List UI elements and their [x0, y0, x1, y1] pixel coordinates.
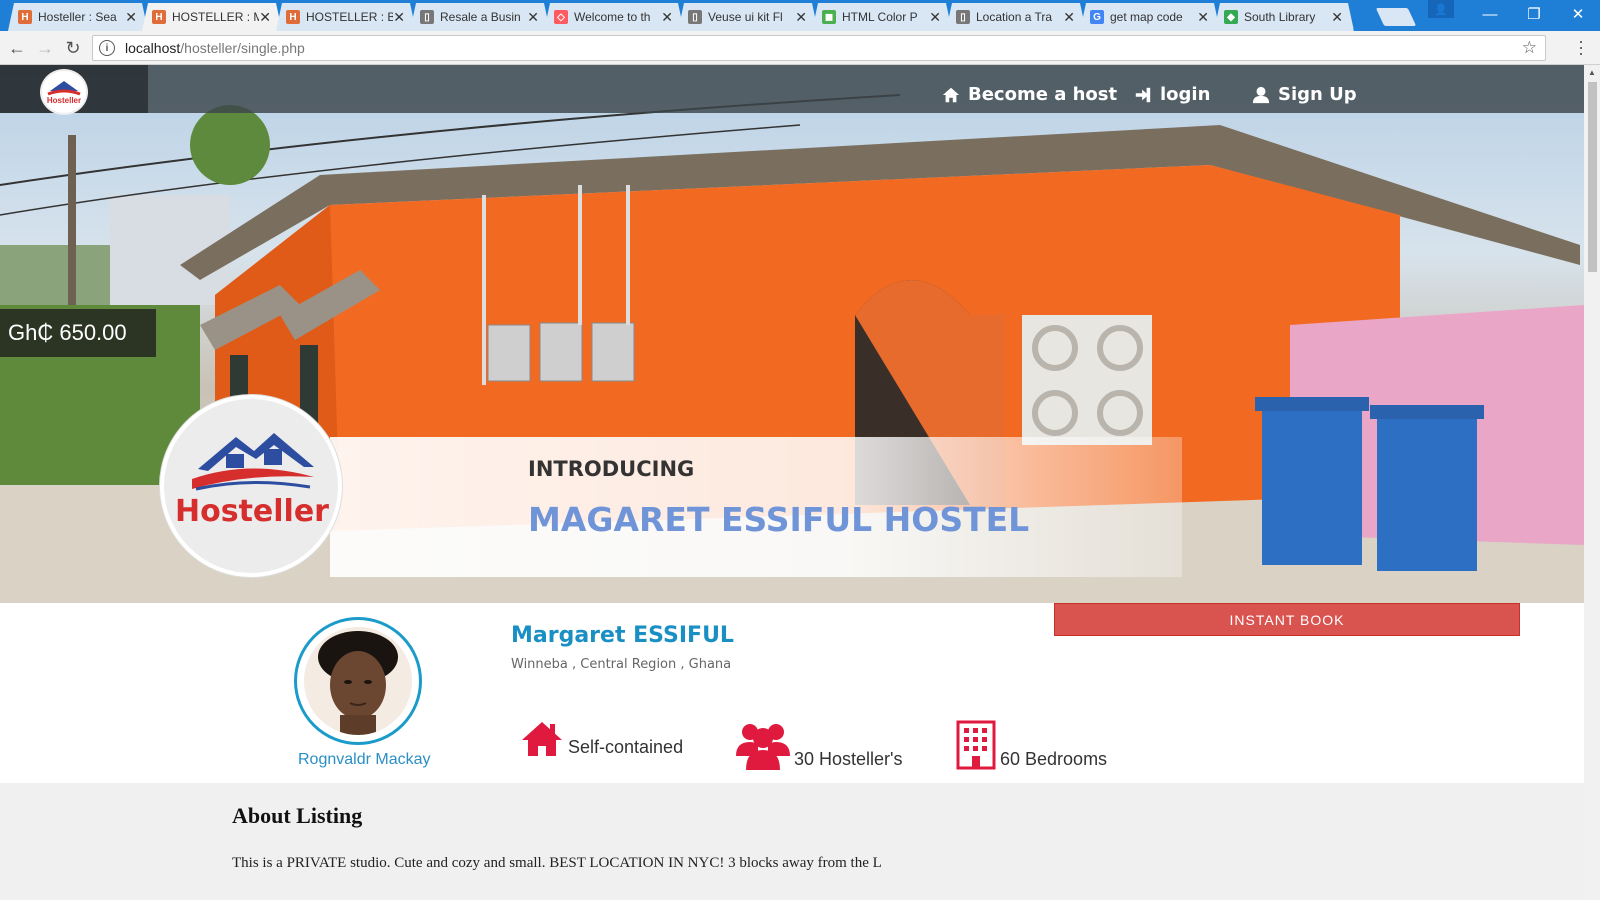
listing-location: Winneba , Central Region , Ghana — [511, 657, 732, 672]
browser-tab[interactable]: G get map code ✕ — [1080, 3, 1220, 31]
close-tab-icon[interactable]: ✕ — [929, 9, 945, 26]
house-icon — [522, 722, 562, 756]
close-tab-icon[interactable]: ✕ — [393, 9, 409, 26]
close-window-icon[interactable]: ✕ — [1556, 0, 1600, 28]
close-tab-icon[interactable]: ✕ — [1063, 9, 1079, 26]
svg-text:Hosteller: Hosteller — [175, 494, 329, 529]
tab-title: get map code — [1110, 10, 1183, 24]
login-label: login — [1160, 84, 1211, 105]
browser-tab-active[interactable]: H HOSTELLER : M ✕ — [142, 3, 282, 31]
browser-tab[interactable]: H HOSTELLER : B ✕ — [276, 3, 416, 31]
feature-bedrooms: 60 Bedrooms — [956, 720, 1107, 770]
page-viewport: Hosteller Become a host login Sign Up Gh… — [0, 65, 1584, 900]
tab-title: Location a Tra — [976, 10, 1053, 24]
document-icon: ▯ — [956, 10, 970, 24]
signup-link[interactable]: Sign Up — [1252, 84, 1357, 105]
tab-title: Resale a Busin — [440, 10, 521, 24]
scroll-up-icon[interactable]: ▲ — [1588, 68, 1596, 77]
users-icon — [736, 724, 790, 770]
feature-self-contained: Self-contained — [520, 720, 683, 758]
sign-in-icon — [1135, 87, 1151, 102]
feature-hostellers: 30 Hosteller's — [736, 720, 902, 770]
feature-label: Self-contained — [568, 737, 684, 757]
restore-icon[interactable]: ❐ — [1512, 0, 1556, 28]
forward-icon[interactable]: → — [34, 37, 56, 59]
favicon-icon: H — [152, 10, 166, 24]
color-picker-icon: ◼ — [822, 10, 836, 24]
owner-name: Margaret ESSIFUL — [511, 623, 734, 648]
document-icon: ▯ — [420, 10, 434, 24]
back-icon[interactable]: ← — [6, 37, 28, 59]
browser-tab[interactable]: H Hosteller : Sea ✕ — [8, 3, 148, 31]
reload-icon[interactable]: ↻ — [62, 37, 84, 59]
tab-title: HTML Color P — [842, 10, 918, 24]
user-icon — [1252, 86, 1270, 103]
become-host-label: Become a host — [968, 84, 1118, 105]
browser-tab[interactable]: ▯ Location a Tra ✕ — [946, 3, 1086, 31]
instant-book-button[interactable]: INSTANT BOOK — [1054, 603, 1520, 636]
avatar-photo — [304, 627, 412, 735]
browser-tab[interactable]: ◆ South Library ✕ — [1214, 3, 1354, 31]
close-tab-icon[interactable]: ✕ — [795, 9, 811, 26]
close-tab-icon[interactable]: ✕ — [1331, 9, 1347, 26]
about-title: About Listing — [232, 803, 363, 828]
tab-title: Welcome to th — [574, 10, 651, 24]
maps-icon: ◆ — [1224, 10, 1238, 24]
host-name[interactable]: Rognvaldr Mackay — [298, 751, 431, 769]
browser-tab[interactable]: ▯ Resale a Busin ✕ — [410, 3, 550, 31]
close-tab-icon[interactable]: ✕ — [1197, 9, 1213, 26]
building-icon — [956, 720, 996, 770]
browser-tab[interactable]: ◇ Welcome to th ✕ — [544, 3, 684, 31]
browser-toolbar: ← → ↻ i localhost/hosteller/single.php ☆… — [0, 31, 1600, 65]
favicon-icon: H — [18, 10, 32, 24]
browser-tab[interactable]: ▯ Veuse ui kit Fl ✕ — [678, 3, 818, 31]
minimize-icon[interactable]: — — [1468, 0, 1512, 28]
svg-text:Hosteller: Hosteller — [47, 96, 81, 105]
person-portrait-icon — [304, 627, 412, 735]
login-link[interactable]: login — [1134, 84, 1210, 105]
hero-banner: Hosteller Become a host login Sign Up Gh… — [0, 65, 1584, 603]
tab-title: South Library — [1244, 10, 1316, 24]
intro-label: INTRODUCING — [528, 457, 695, 481]
feature-label: 60 Bedrooms — [1000, 749, 1108, 769]
host-avatar[interactable] — [294, 617, 422, 745]
bookmark-star-icon[interactable]: ☆ — [1522, 38, 1537, 58]
roof-logo-icon: Hosteller — [175, 433, 329, 529]
url-text: localhost/hosteller/single.php — [125, 40, 305, 56]
about-section — [0, 783, 1584, 900]
tab-title: Hosteller : Sea — [38, 10, 117, 24]
hostel-title: MAGARET ESSIFUL HOSTEL — [528, 500, 1030, 539]
roof-logo-icon: Hosteller — [47, 81, 81, 105]
info-icon[interactable]: i — [99, 40, 115, 56]
signup-label: Sign Up — [1278, 84, 1357, 105]
close-tab-icon[interactable]: ✕ — [125, 9, 141, 26]
airbnb-icon: ◇ — [554, 10, 568, 24]
page-scrollbar[interactable]: ▲ — [1584, 65, 1600, 900]
browser-tab[interactable]: ◼ HTML Color P ✕ — [812, 3, 952, 31]
tab-title: Veuse ui kit Fl — [708, 10, 783, 24]
new-tab-button[interactable] — [1375, 8, 1417, 26]
close-tab-icon[interactable]: ✕ — [661, 9, 677, 26]
profile-icon[interactable]: 👤 — [1428, 0, 1454, 18]
about-text: This is a PRIVATE studio. Cute and cozy … — [232, 855, 882, 871]
price-tag: Gh₵ 650.00 — [0, 309, 156, 357]
tab-title: HOSTELLER : B — [306, 10, 394, 24]
address-bar[interactable]: i localhost/hosteller/single.php ☆ — [92, 35, 1546, 61]
become-host-link[interactable]: Become a host — [942, 84, 1117, 105]
tab-title: HOSTELLER : M — [172, 10, 260, 24]
browser-tab-bar: H Hosteller : Sea ✕ H HOSTELLER : M ✕ H … — [0, 0, 1600, 31]
hosteller-logo-large: Hosteller — [160, 395, 342, 577]
google-icon: G — [1090, 10, 1104, 24]
close-tab-icon[interactable]: ✕ — [527, 9, 543, 26]
feature-label: 30 Hosteller's — [794, 749, 903, 769]
home-icon — [942, 87, 960, 102]
hosteller-logo-small[interactable]: Hosteller — [40, 69, 88, 115]
close-tab-icon[interactable]: ✕ — [259, 9, 275, 26]
document-icon: ▯ — [688, 10, 702, 24]
favicon-icon: H — [286, 10, 300, 24]
menu-icon[interactable]: · · · — [1576, 32, 1586, 62]
scrollbar-thumb[interactable] — [1588, 82, 1597, 272]
